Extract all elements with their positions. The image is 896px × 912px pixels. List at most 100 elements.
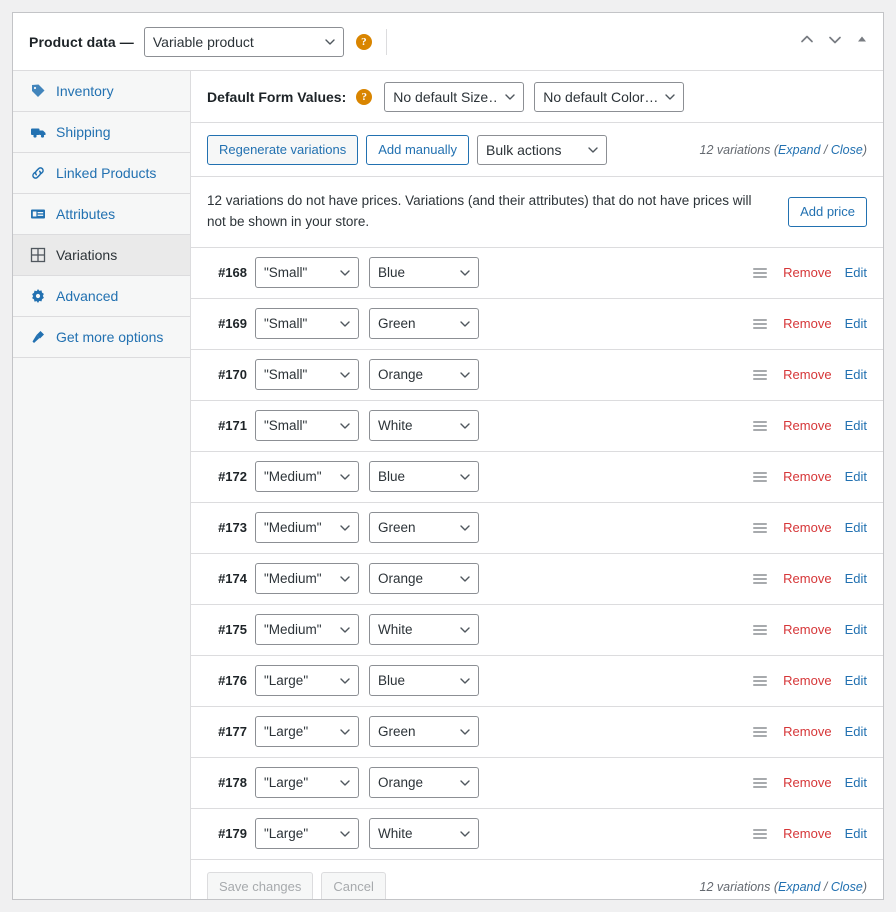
edit-link[interactable]: Edit [845,367,867,382]
remove-link[interactable]: Remove [783,265,831,280]
sidebar-item-shipping[interactable]: Shipping [13,112,190,153]
drag-handle-icon[interactable] [753,318,768,329]
edit-link[interactable]: Edit [845,520,867,535]
drag-handle-icon[interactable] [753,828,768,839]
remove-link[interactable]: Remove [783,316,831,331]
drag-handle-icon[interactable] [753,369,768,380]
chevron-up-icon[interactable] [799,31,815,52]
edit-link[interactable]: Edit [845,826,867,841]
add-price-button[interactable]: Add price [788,196,867,227]
variation-size-select-wrap: "Large" [255,767,359,799]
variation-color-select[interactable]: Orange [369,767,479,799]
save-changes-button[interactable]: Save changes [207,872,314,899]
sidebar-item-label: Get more options [56,329,164,345]
variation-color-select[interactable]: White [369,410,479,442]
edit-link[interactable]: Edit [845,775,867,790]
remove-link[interactable]: Remove [783,418,831,433]
remove-link[interactable]: Remove [783,826,831,841]
remove-link[interactable]: Remove [783,724,831,739]
add-manually-button[interactable]: Add manually [366,134,469,165]
variation-size-select[interactable]: "Medium" [255,461,359,493]
variation-color-select-wrap: Orange [369,767,479,799]
header-actions [799,31,869,52]
variation-size-select[interactable]: "Small" [255,257,359,289]
variation-color-select[interactable]: White [369,818,479,850]
sidebar-item-advanced[interactable]: Advanced [13,276,190,317]
table-row: #179 "Large" White Remove Edit [191,808,883,860]
edit-link[interactable]: Edit [845,418,867,433]
edit-link[interactable]: Edit [845,673,867,688]
bulk-actions-select[interactable]: Bulk actions [476,134,607,165]
default-color-select[interactable]: No default Color… [534,81,685,112]
expand-link[interactable]: Expand [778,143,820,157]
help-circle-icon[interactable]: ? [355,33,372,50]
edit-link[interactable]: Edit [845,469,867,484]
variation-size-select[interactable]: "Large" [255,716,359,748]
variation-color-select[interactable]: Blue [369,461,479,493]
remove-link[interactable]: Remove [783,469,831,484]
variation-color-select-wrap: Blue [369,665,479,697]
triangle-up-icon[interactable] [855,32,869,51]
sidebar-item-variations[interactable]: Variations [13,235,190,276]
variation-color-select[interactable]: Blue [369,665,479,697]
link-separator: / [820,880,831,895]
row-actions: Remove Edit [753,724,867,739]
default-size-select[interactable]: No default Size… [384,81,525,112]
edit-link[interactable]: Edit [845,571,867,586]
variation-color-select[interactable]: Green [369,308,479,340]
variation-id: #170 [218,367,247,383]
variation-size-select[interactable]: "Medium" [255,563,359,595]
variation-size-select[interactable]: "Large" [255,665,359,697]
cancel-button[interactable]: Cancel [321,872,386,899]
variation-size-select[interactable]: "Small" [255,308,359,340]
remove-link[interactable]: Remove [783,622,831,637]
close-link[interactable]: Close [831,143,863,157]
variation-color-select[interactable]: Orange [369,563,479,595]
variations-footer: Save changes Cancel 12 variations (Expan… [191,859,883,899]
edit-link[interactable]: Edit [845,622,867,637]
sidebar-item-attributes[interactable]: Attributes [13,194,190,235]
edit-link[interactable]: Edit [845,265,867,280]
variation-color-select[interactable]: Blue [369,257,479,289]
drag-handle-icon[interactable] [753,624,768,635]
variation-color-select[interactable]: White [369,614,479,646]
expand-link[interactable]: Expand [778,880,820,894]
remove-link[interactable]: Remove [783,367,831,382]
close-link[interactable]: Close [831,880,863,894]
regenerate-variations-button[interactable]: Regenerate variations [207,134,359,165]
drag-handle-icon[interactable] [753,522,768,533]
variation-size-select-wrap: "Large" [255,818,359,850]
variation-color-select[interactable]: Orange [369,359,479,391]
remove-link[interactable]: Remove [783,775,831,790]
remove-link[interactable]: Remove [783,571,831,586]
sidebar-item-get-more-options[interactable]: Get more options [13,317,190,358]
sidebar-item-linked-products[interactable]: Linked Products [13,153,190,194]
variation-size-select[interactable]: "Large" [255,818,359,850]
remove-link[interactable]: Remove [783,673,831,688]
drag-handle-icon[interactable] [753,267,768,278]
drag-handle-icon[interactable] [753,777,768,788]
variation-size-select[interactable]: "Medium" [255,614,359,646]
variation-size-select[interactable]: "Medium" [255,512,359,544]
variation-id: #174 [218,571,247,587]
remove-link[interactable]: Remove [783,520,831,535]
edit-link[interactable]: Edit [845,724,867,739]
product-type-select[interactable]: Variable product [143,26,344,57]
chevron-down-icon[interactable] [827,31,843,52]
variation-color-select[interactable]: Green [369,716,479,748]
bulk-actions-select-wrap: Bulk actions [476,134,607,165]
drag-handle-icon[interactable] [753,675,768,686]
edit-link[interactable]: Edit [845,316,867,331]
variation-size-select[interactable]: "Large" [255,767,359,799]
variation-size-select[interactable]: "Small" [255,359,359,391]
variation-id: #173 [218,520,247,536]
help-circle-icon[interactable]: ? [356,88,373,105]
variation-size-select[interactable]: "Small" [255,410,359,442]
drag-handle-icon[interactable] [753,726,768,737]
plugin-icon [29,328,47,346]
sidebar-item-inventory[interactable]: Inventory [13,71,190,112]
drag-handle-icon[interactable] [753,471,768,482]
drag-handle-icon[interactable] [753,573,768,584]
drag-handle-icon[interactable] [753,420,768,431]
variation-color-select[interactable]: Green [369,512,479,544]
